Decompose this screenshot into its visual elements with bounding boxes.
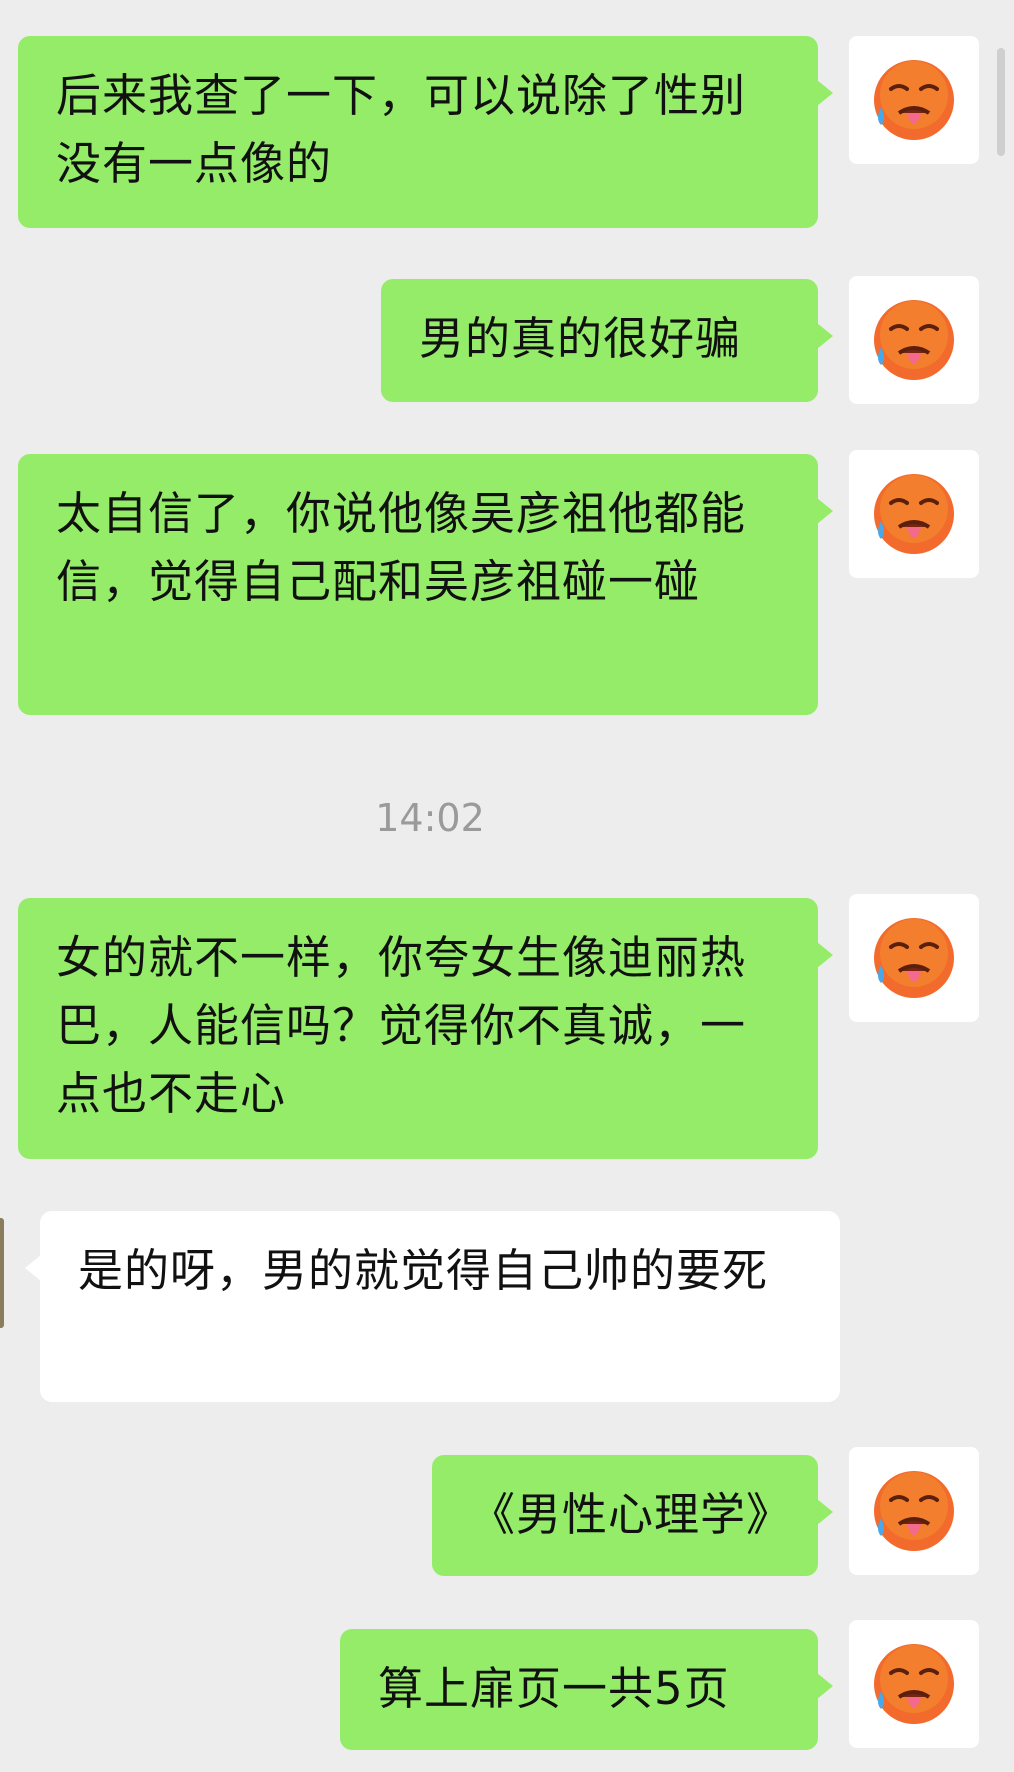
user-avatar[interactable] <box>849 1447 979 1575</box>
message-timestamp: 14:02 <box>375 796 485 840</box>
message-bubble-incoming[interactable]: 是的呀，男的就觉得自己帅的要死 <box>25 1211 840 1402</box>
hot-face-emoji-icon <box>874 1644 954 1724</box>
message-bubble-outgoing[interactable]: 男的真的很好骗 <box>381 279 833 402</box>
message-bubble-outgoing[interactable]: 《男性心理学》 <box>432 1455 833 1576</box>
hot-face-emoji-icon <box>874 300 954 380</box>
hot-face-emoji-icon <box>874 474 954 554</box>
message-bubble-outgoing[interactable]: 算上扉页一共5页 <box>340 1629 833 1750</box>
message-bubble-outgoing[interactable]: 后来我查了一下，可以说除了性别没有一点像的 <box>18 36 833 228</box>
user-avatar[interactable] <box>849 276 979 404</box>
user-avatar[interactable] <box>849 894 979 1022</box>
message-bubble-outgoing[interactable]: 太自信了，你说他像吴彦祖他都能信，觉得自己配和吴彦祖碰一碰 <box>18 454 833 715</box>
user-avatar[interactable] <box>849 1620 979 1748</box>
hot-face-emoji-icon <box>874 60 954 140</box>
contact-avatar-edge[interactable] <box>0 1218 4 1328</box>
hot-face-emoji-icon <box>874 918 954 998</box>
user-avatar[interactable] <box>849 450 979 578</box>
scrollbar[interactable] <box>997 48 1005 156</box>
user-avatar[interactable] <box>849 36 979 164</box>
chat-window: 后来我查了一下，可以说除了性别没有一点像的 男的真的很好骗 太自信了，你说他像吴… <box>0 0 1014 1772</box>
hot-face-emoji-icon <box>874 1471 954 1551</box>
message-bubble-outgoing[interactable]: 女的就不一样，你夸女生像迪丽热巴，人能信吗？觉得你不真诚，一点也不走心 <box>18 898 833 1159</box>
